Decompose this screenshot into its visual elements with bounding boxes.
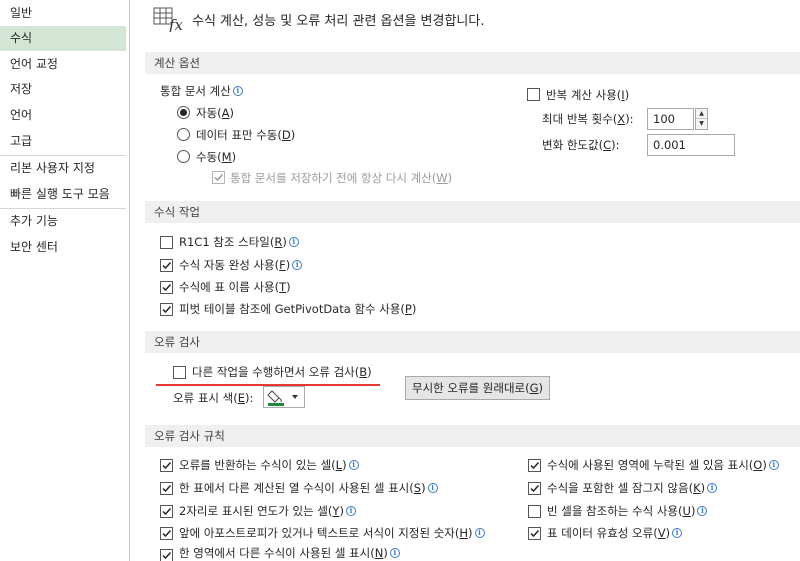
checkbox-rule-inconsistent-calc-column-label: 한 표에서 다른 계산된 열 수식이 사용된 셀 표시(S) i bbox=[179, 480, 438, 496]
checkbox-table-names-in-formulas[interactable] bbox=[160, 281, 173, 294]
dropdown-arrow-icon bbox=[292, 395, 298, 399]
checkbox-rule-error-results[interactable] bbox=[160, 459, 173, 472]
checkbox-background-error-checking-label: 다른 작업을 수행하면서 오류 검사(B) bbox=[192, 365, 372, 379]
info-icon: i bbox=[345, 506, 356, 516]
info-icon: i bbox=[672, 528, 683, 538]
page-title: 수식 계산, 성능 및 오류 처리 관련 옵션을 변경합니다. bbox=[192, 14, 485, 29]
section-working-with-formulas: 수식 작업 bbox=[145, 201, 800, 223]
checkbox-rule-error-results-label: 오류를 반환하는 수식이 있는 셀(L) i bbox=[179, 457, 359, 473]
info-icon: i bbox=[707, 483, 718, 493]
checkbox-rule-numbers-as-text-label: 앞에 아포스트로피가 있거나 텍스트로 서식이 지정된 숫자(H) i bbox=[179, 525, 485, 541]
checkbox-rule-data-validation-label: 표 데이터 유효성 오류(V) i bbox=[547, 525, 683, 541]
max-change-input[interactable]: 0.001 bbox=[647, 134, 735, 156]
sidebar-item-save[interactable]: 저장 bbox=[0, 77, 126, 102]
checkbox-rule-two-digit-years[interactable] bbox=[160, 505, 173, 518]
info-icon: i bbox=[348, 460, 359, 470]
sidebar-item-general[interactable]: 일반 bbox=[0, 1, 126, 26]
error-indicator-color-picker[interactable] bbox=[263, 386, 305, 408]
max-iterations-spinner[interactable]: ▲ ▼ bbox=[695, 108, 708, 130]
reset-ignored-errors-button[interactable]: 무시한 오류를 원래대로(G) bbox=[405, 376, 551, 400]
spin-down-icon[interactable]: ▼ bbox=[696, 119, 707, 129]
sidebar-item-addins[interactable]: 추가 기능 bbox=[0, 209, 126, 234]
checkbox-getpivotdata[interactable] bbox=[160, 303, 173, 316]
info-icon: i bbox=[292, 260, 303, 270]
checkbox-rule-inconsistent-calc-column[interactable] bbox=[160, 482, 173, 495]
sidebar-item-advanced[interactable]: 고급 bbox=[0, 129, 126, 154]
formula-fx-icon: fx bbox=[153, 7, 184, 32]
radio-automatic-except-tables[interactable] bbox=[177, 128, 190, 141]
radio-automatic-except-tables-label: 데이터 표만 수동(D) bbox=[196, 128, 296, 142]
options-sidebar: 일반 수식 언어 교정 저장 언어 고급 리본 사용자 지정 빠른 실행 도구 … bbox=[0, 0, 126, 561]
checkbox-rule-omit-cells-label: 수식에 사용된 영역에 누락된 셀 있음 표시(O) i bbox=[547, 457, 779, 473]
checkbox-rule-inconsistent-formulas-label: 한 영역에서 다른 수식이 사용된 셀 표시(N) i bbox=[179, 545, 400, 561]
checkbox-rule-numbers-as-text[interactable] bbox=[160, 527, 173, 540]
info-icon: i bbox=[474, 528, 485, 538]
info-icon: i bbox=[389, 548, 400, 558]
checkbox-rule-data-validation[interactable] bbox=[528, 527, 541, 540]
max-iterations-input[interactable]: 100 bbox=[647, 108, 694, 130]
section-error-checking-rules: 오류 검사 규칙 bbox=[145, 425, 800, 447]
sidebar-item-formulas[interactable]: 수식 bbox=[0, 26, 126, 51]
sidebar-item-customize-ribbon[interactable]: 리본 사용자 지정 bbox=[0, 156, 126, 181]
checkbox-formula-autocomplete-label: 수식 자동 완성 사용(F) i bbox=[179, 257, 303, 273]
sidebar-item-proofing[interactable]: 언어 교정 bbox=[0, 52, 126, 77]
checkbox-r1c1-reference-label: R1C1 참조 스타일(R) i bbox=[179, 234, 299, 250]
checkbox-rule-unlocked-cells[interactable] bbox=[528, 482, 541, 495]
checkbox-table-names-in-formulas-label: 수식에 표 이름 사용(T) bbox=[179, 280, 291, 294]
max-change-label: 변화 한도값(C): bbox=[542, 138, 620, 152]
spin-up-icon[interactable]: ▲ bbox=[696, 109, 707, 119]
workbook-calculation-label: 통합 문서 계산 i bbox=[160, 83, 243, 99]
radio-manual-label: 수동(M) bbox=[196, 150, 237, 164]
info-icon: i bbox=[232, 86, 243, 96]
section-calculation-options: 계산 옵션 bbox=[145, 52, 800, 74]
sidebar-item-trust-center[interactable]: 보안 센터 bbox=[0, 235, 126, 260]
radio-automatic[interactable] bbox=[177, 106, 190, 119]
checkbox-rule-inconsistent-formulas[interactable] bbox=[160, 549, 173, 561]
radio-manual[interactable] bbox=[177, 150, 190, 163]
checkbox-rule-empty-cells-label: 빈 셀을 참조하는 수식 사용(U) i bbox=[547, 503, 708, 519]
sidebar-divider bbox=[129, 0, 130, 561]
checkbox-rule-empty-cells[interactable] bbox=[528, 505, 541, 518]
sidebar-item-language[interactable]: 언어 bbox=[0, 103, 126, 128]
checkbox-rule-omit-cells[interactable] bbox=[528, 459, 541, 472]
checkbox-getpivotdata-label: 피벗 테이블 참조에 GetPivotData 함수 사용(P) bbox=[179, 302, 417, 316]
section-error-checking: 오류 검사 bbox=[145, 331, 800, 353]
info-icon: i bbox=[427, 483, 438, 493]
checkbox-r1c1-reference[interactable] bbox=[160, 236, 173, 249]
checkbox-rule-two-digit-years-label: 2자리로 표시된 연도가 있는 셀(Y) i bbox=[179, 503, 356, 519]
checkbox-rule-unlocked-cells-label: 수식을 포함한 셀 잠그지 않음(K) i bbox=[547, 480, 718, 496]
checkbox-formula-autocomplete[interactable] bbox=[160, 259, 173, 272]
info-icon: i bbox=[288, 237, 299, 247]
sidebar-item-quick-access-toolbar[interactable]: 빠른 실행 도구 모음 bbox=[0, 182, 126, 207]
checkbox-iterative-calc[interactable] bbox=[527, 88, 540, 101]
error-indicator-color-label: 오류 표시 색(E): bbox=[173, 391, 254, 405]
checkbox-recalc-before-save[interactable] bbox=[212, 171, 225, 184]
info-icon: i bbox=[768, 460, 779, 470]
info-icon: i bbox=[697, 506, 708, 516]
svg-text:fx: fx bbox=[168, 16, 184, 32]
checkbox-recalc-before-save-label: 통합 문서를 저장하기 전에 항상 다시 계산(W) bbox=[230, 171, 453, 185]
max-iterations-label: 최대 반복 횟수(X): bbox=[542, 112, 634, 126]
checkbox-background-error-checking[interactable] bbox=[173, 366, 186, 379]
paint-bucket-icon bbox=[267, 390, 298, 406]
radio-automatic-label: 자동(A) bbox=[196, 106, 235, 120]
checkbox-iterative-calc-label: 반복 계산 사용(I) bbox=[546, 88, 630, 102]
